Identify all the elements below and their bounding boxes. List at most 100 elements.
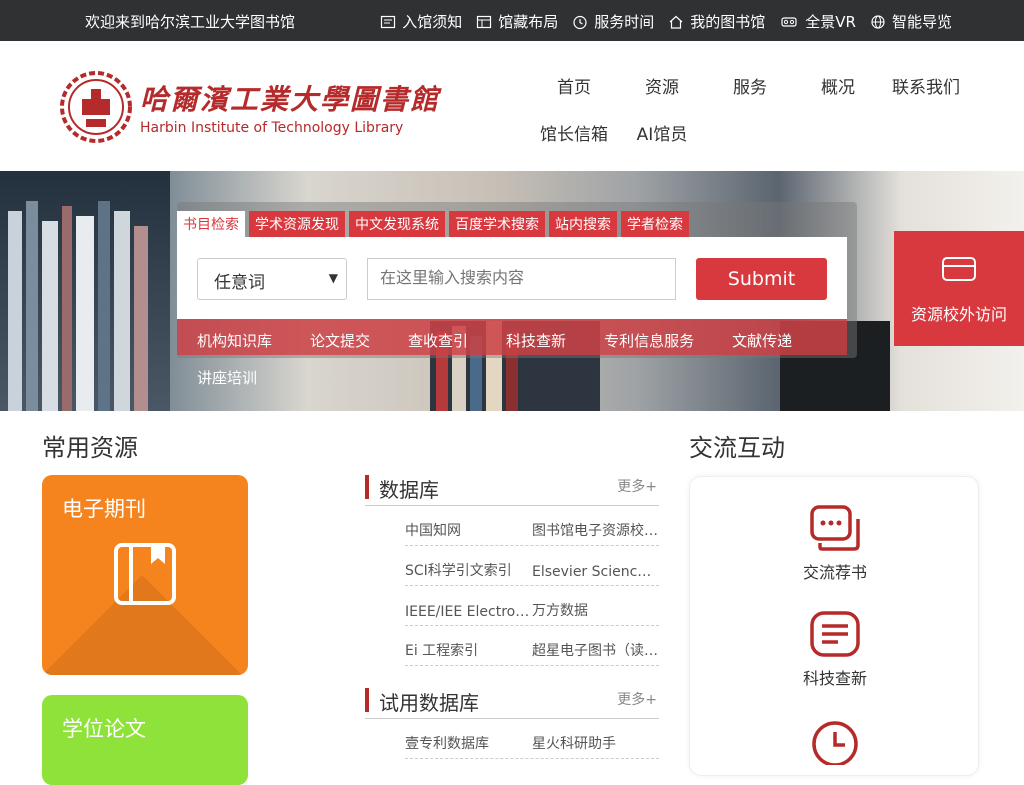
database-link[interactable]: 中国知网: [405, 520, 532, 540]
database-link[interactable]: 星火科研助手: [532, 733, 659, 753]
toplink-notice[interactable]: 入馆须知: [380, 11, 462, 32]
interaction-label: 科技查新: [802, 669, 867, 688]
home-icon: [669, 15, 683, 29]
interaction-label: 交流荐书: [802, 563, 867, 582]
database-list: 数据库 更多+ 中国知网 图书馆电子资源校外访问 SCI科学引文索引 Elsev…: [365, 474, 659, 666]
quick-link-patent[interactable]: 专利信息服务: [604, 330, 694, 351]
card-ejournals[interactable]: 电子期刊: [42, 475, 248, 675]
list-item: 壹专利数据库 星火科研助手: [405, 719, 659, 759]
toplink-guide[interactable]: 智能导览: [870, 11, 952, 32]
database-link[interactable]: SCI科学引文索引: [405, 560, 532, 580]
tab-site-search[interactable]: 站内搜索: [549, 211, 617, 237]
trial-database-title: 试用数据库: [379, 691, 479, 715]
tab-chinese-discovery[interactable]: 中文发现系统: [349, 211, 445, 237]
database-link[interactable]: 壹专利数据库: [405, 733, 532, 753]
offcampus-label: 资源校外访问: [910, 305, 1007, 324]
offcampus-access-button[interactable]: 资源校外访问: [894, 231, 1024, 346]
tab-baidu-scholar[interactable]: 百度学术搜索: [449, 211, 545, 237]
notice-icon: [381, 15, 396, 28]
toplink-label: 馆藏布局: [498, 13, 559, 31]
database-link[interactable]: Ei 工程索引: [405, 640, 532, 660]
book-icon: [114, 543, 176, 605]
database-link[interactable]: Elsevier Science Direct: [532, 564, 659, 580]
logo-text: 哈爾濱工業大學圖書館 Harbin Institute of Technolog…: [140, 78, 440, 136]
toplink-label: 智能导览: [891, 13, 952, 31]
interaction-novelty-search[interactable]: 科技查新: [690, 611, 980, 689]
database-link[interactable]: 万方数据: [532, 600, 659, 620]
interaction-hours[interactable]: [690, 719, 980, 769]
section-title-interaction: 交流互动: [689, 434, 785, 462]
card-label: 学位论文: [62, 717, 146, 741]
toplink-hours[interactable]: 服务时间: [572, 11, 654, 32]
nav-ai-librarian[interactable]: AI馆员: [618, 120, 706, 145]
quick-link-novelty[interactable]: 科技查新: [506, 330, 566, 351]
interaction-panel: 交流荐书 科技查新: [689, 476, 979, 776]
quick-link-training[interactable]: 讲座培训: [197, 367, 257, 388]
clock-icon: [573, 15, 587, 29]
database-rows: 中国知网 图书馆电子资源校外访问 SCI科学引文索引 Elsevier Scie…: [405, 506, 659, 666]
top-links: 入馆须知 馆藏布局 服务时间 我的图书馆 全景VR 智能导览: [380, 11, 952, 32]
database-link[interactable]: 图书馆电子资源校外访问: [532, 520, 659, 540]
tab-scholar-search[interactable]: 学者检索: [621, 211, 689, 237]
toplink-vr[interactable]: 全景VR: [779, 11, 856, 32]
main-nav: 首页 资源 服务 概况 联系我们 馆长信箱 AI馆员: [530, 73, 980, 145]
globe-icon: [871, 14, 885, 29]
tab-academic-discovery[interactable]: 学术资源发现: [249, 211, 345, 237]
database-link[interactable]: IEEE/IEE Electronic Library: [405, 604, 532, 620]
welcome-text: 欢迎来到哈尔滨工业大学图书馆: [85, 13, 296, 31]
list-item: IEEE/IEE Electronic Library 万方数据: [405, 586, 659, 626]
database-link[interactable]: 超星电子图书（读秀）: [532, 640, 659, 660]
nav-contact[interactable]: 联系我们: [882, 73, 970, 98]
nav-services[interactable]: 服务: [706, 73, 794, 98]
quick-links: 机构知识库 论文提交 查收查引 科技查新 专利信息服务 文献传递 讲座培训: [197, 330, 857, 388]
search-box: 任意词 ▼ Submit: [177, 237, 847, 319]
nav-mailbox[interactable]: 馆长信箱: [530, 120, 618, 145]
database-more-link[interactable]: 更多+: [617, 476, 657, 496]
hero-banner: 书目检索 学术资源发现 中文发现系统 百度学术搜索 站内搜索 学者检索 任意词 …: [0, 171, 1024, 411]
nav-resources[interactable]: 资源: [618, 73, 706, 98]
logo-english: Harbin Institute of Technology Library: [140, 120, 404, 136]
bookshelf-left: [0, 171, 170, 411]
toplink-label: 入馆须知: [402, 13, 463, 31]
toplink-label: 全景VR: [805, 13, 856, 31]
card-label: 电子期刊: [62, 497, 146, 521]
interaction-book-recommend[interactable]: 交流荐书: [690, 505, 980, 583]
section-title-resources: 常用资源: [42, 434, 138, 462]
layout-icon: [477, 15, 492, 28]
trial-database-rows: 壹专利数据库 星火科研助手: [405, 719, 659, 759]
chevron-down-icon: ▼: [328, 271, 338, 285]
trial-database-more-link[interactable]: 更多+: [617, 689, 657, 709]
toplink-layout[interactable]: 馆藏布局: [476, 11, 558, 32]
library-logo[interactable]: 哈爾濱工業大學圖書館 Harbin Institute of Technolog…: [60, 71, 440, 143]
quick-link-repository[interactable]: 机构知识库: [197, 330, 272, 351]
document-icon: [810, 611, 860, 657]
nav-overview[interactable]: 概况: [794, 73, 882, 98]
quick-link-delivery[interactable]: 文献传递: [732, 330, 792, 351]
list-item: Ei 工程索引 超星电子图书（读秀）: [405, 626, 659, 666]
select-value: 任意词: [214, 273, 265, 293]
quick-link-citation[interactable]: 查收查引: [408, 330, 468, 351]
list-item: 中国知网 图书馆电子资源校外访问: [405, 506, 659, 546]
toplink-label: 服务时间: [594, 13, 655, 31]
database-title: 数据库: [379, 478, 439, 502]
site-header: 哈爾濱工業大學圖書館 Harbin Institute of Technolog…: [0, 41, 1024, 171]
card-icon: [942, 257, 976, 281]
search-tabs: 书目检索 学术资源发现 中文发现系统 百度学术搜索 站内搜索 学者检索: [177, 211, 689, 237]
card-theses[interactable]: 学位论文: [42, 695, 248, 785]
database-header: 数据库 更多+: [365, 474, 659, 506]
list-item: SCI科学引文索引 Elsevier Science Direct: [405, 546, 659, 586]
toplink-label: 我的图书馆: [690, 13, 766, 31]
vr-icon: [781, 16, 797, 27]
tab-catalog-search[interactable]: 书目检索: [177, 211, 245, 237]
search-input[interactable]: [367, 258, 676, 300]
search-field-select[interactable]: 任意词 ▼: [197, 258, 347, 300]
logo-chinese: 哈爾濱工業大學圖書館: [140, 83, 441, 116]
trial-database-header: 试用数据库 更多+: [365, 687, 659, 719]
trial-database-list: 试用数据库 更多+ 壹专利数据库 星火科研助手: [365, 687, 659, 759]
nav-home[interactable]: 首页: [530, 73, 618, 98]
toplink-my-library[interactable]: 我的图书馆: [668, 11, 765, 32]
quick-link-thesis-submit[interactable]: 论文提交: [310, 330, 370, 351]
chat-icon: [810, 505, 860, 551]
clock-icon: [812, 721, 858, 767]
submit-button[interactable]: Submit: [696, 258, 827, 300]
